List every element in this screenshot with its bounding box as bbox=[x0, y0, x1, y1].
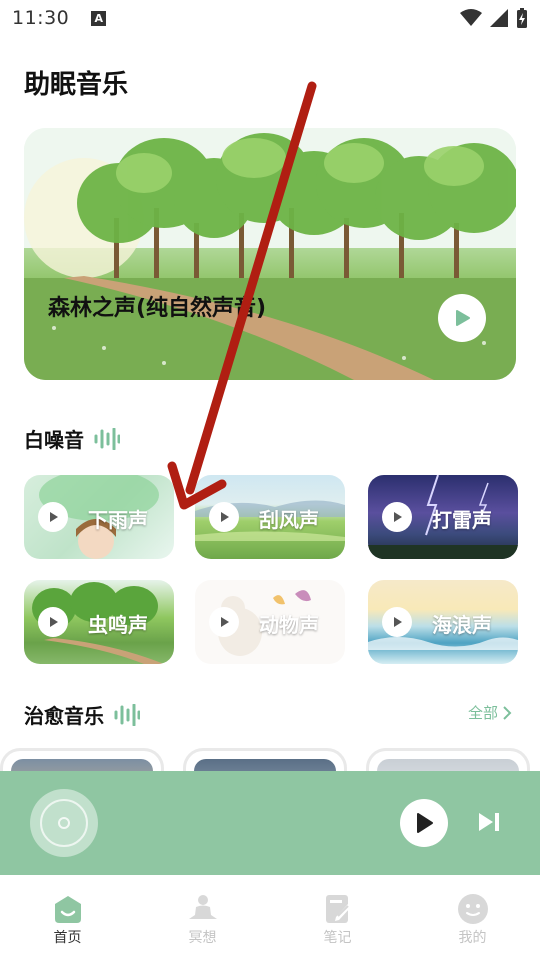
tile-insects[interactable]: 虫鸣声 bbox=[24, 580, 174, 664]
status-icons bbox=[460, 8, 528, 28]
battery-icon bbox=[517, 8, 527, 28]
tile-animals[interactable]: 动物声 bbox=[195, 580, 345, 664]
skip-next-icon bbox=[479, 813, 499, 831]
signal-icon bbox=[490, 9, 508, 27]
status-bar: 11:30 A bbox=[0, 0, 540, 36]
status-time: 11:30 bbox=[12, 7, 70, 29]
play-icon bbox=[417, 813, 433, 833]
album-disc-icon[interactable] bbox=[30, 789, 98, 857]
nav-label-meditation: 冥想 bbox=[188, 930, 217, 946]
notification-icon: A bbox=[91, 10, 107, 26]
tile-insects-play-button[interactable] bbox=[38, 607, 68, 637]
tile-wind-label: 刮风声 bbox=[259, 508, 319, 532]
home-icon bbox=[52, 893, 84, 925]
play-icon bbox=[50, 512, 58, 522]
hero-banner[interactable]: 森林之声(纯自然声音) bbox=[24, 128, 516, 380]
play-icon bbox=[456, 310, 470, 326]
tile-insects-label: 虫鸣声 bbox=[88, 613, 148, 637]
tile-waves-label: 海浪声 bbox=[432, 613, 492, 637]
notes-icon bbox=[322, 893, 354, 925]
tile-rain[interactable]: 下雨声 bbox=[24, 475, 174, 559]
wifi-icon bbox=[460, 9, 482, 26]
hero-title: 森林之声(纯自然声音) bbox=[48, 296, 267, 321]
skip-next-button[interactable] bbox=[476, 809, 502, 835]
nav-item-meditation[interactable]: 冥想 bbox=[135, 875, 270, 960]
tile-animals-label: 动物声 bbox=[259, 613, 319, 637]
tile-waves-play-button[interactable] bbox=[382, 607, 412, 637]
mini-player[interactable] bbox=[0, 771, 540, 875]
bottom-nav: 首页 冥想 笔记 我的 bbox=[0, 875, 540, 960]
tile-rain-label: 下雨声 bbox=[88, 508, 148, 532]
tile-animals-play-button[interactable] bbox=[209, 607, 239, 637]
white-noise-section-title: 白噪音 bbox=[24, 424, 120, 453]
view-all-link[interactable]: 全部 bbox=[468, 702, 512, 723]
sound-wave-icon bbox=[94, 427, 120, 450]
nav-label-profile: 我的 bbox=[458, 930, 487, 946]
profile-icon bbox=[457, 893, 489, 925]
white-noise-title: 白噪音 bbox=[24, 428, 84, 452]
meditation-icon bbox=[187, 893, 219, 925]
healing-music-title: 治愈音乐 bbox=[24, 704, 104, 728]
nav-label-home: 首页 bbox=[53, 930, 82, 946]
tile-thunder[interactable]: 打雷声 bbox=[368, 475, 518, 559]
play-icon bbox=[221, 617, 229, 627]
tile-rain-play-button[interactable] bbox=[38, 502, 68, 532]
play-icon bbox=[394, 617, 402, 627]
play-icon bbox=[394, 512, 402, 522]
nav-item-home[interactable]: 首页 bbox=[0, 875, 135, 960]
page-title: 助眠音乐 bbox=[24, 70, 129, 100]
chevron-right-icon bbox=[503, 705, 512, 720]
play-icon bbox=[50, 617, 58, 627]
nav-label-notes: 笔记 bbox=[323, 930, 352, 946]
tile-thunder-play-button[interactable] bbox=[382, 502, 412, 532]
nav-item-notes[interactable]: 笔记 bbox=[270, 875, 405, 960]
hero-play-button[interactable] bbox=[438, 294, 486, 342]
tile-thunder-label: 打雷声 bbox=[432, 508, 492, 532]
player-play-button[interactable] bbox=[400, 799, 448, 847]
healing-music-section-title: 治愈音乐 bbox=[24, 700, 140, 729]
nav-item-profile[interactable]: 我的 bbox=[405, 875, 540, 960]
sound-wave-icon bbox=[114, 703, 140, 726]
forest-illustration bbox=[24, 128, 516, 380]
view-all-label: 全部 bbox=[468, 704, 499, 722]
play-icon bbox=[221, 512, 229, 522]
tile-waves[interactable]: 海浪声 bbox=[368, 580, 518, 664]
tile-wind[interactable]: 刮风声 bbox=[195, 475, 345, 559]
tile-wind-play-button[interactable] bbox=[209, 502, 239, 532]
